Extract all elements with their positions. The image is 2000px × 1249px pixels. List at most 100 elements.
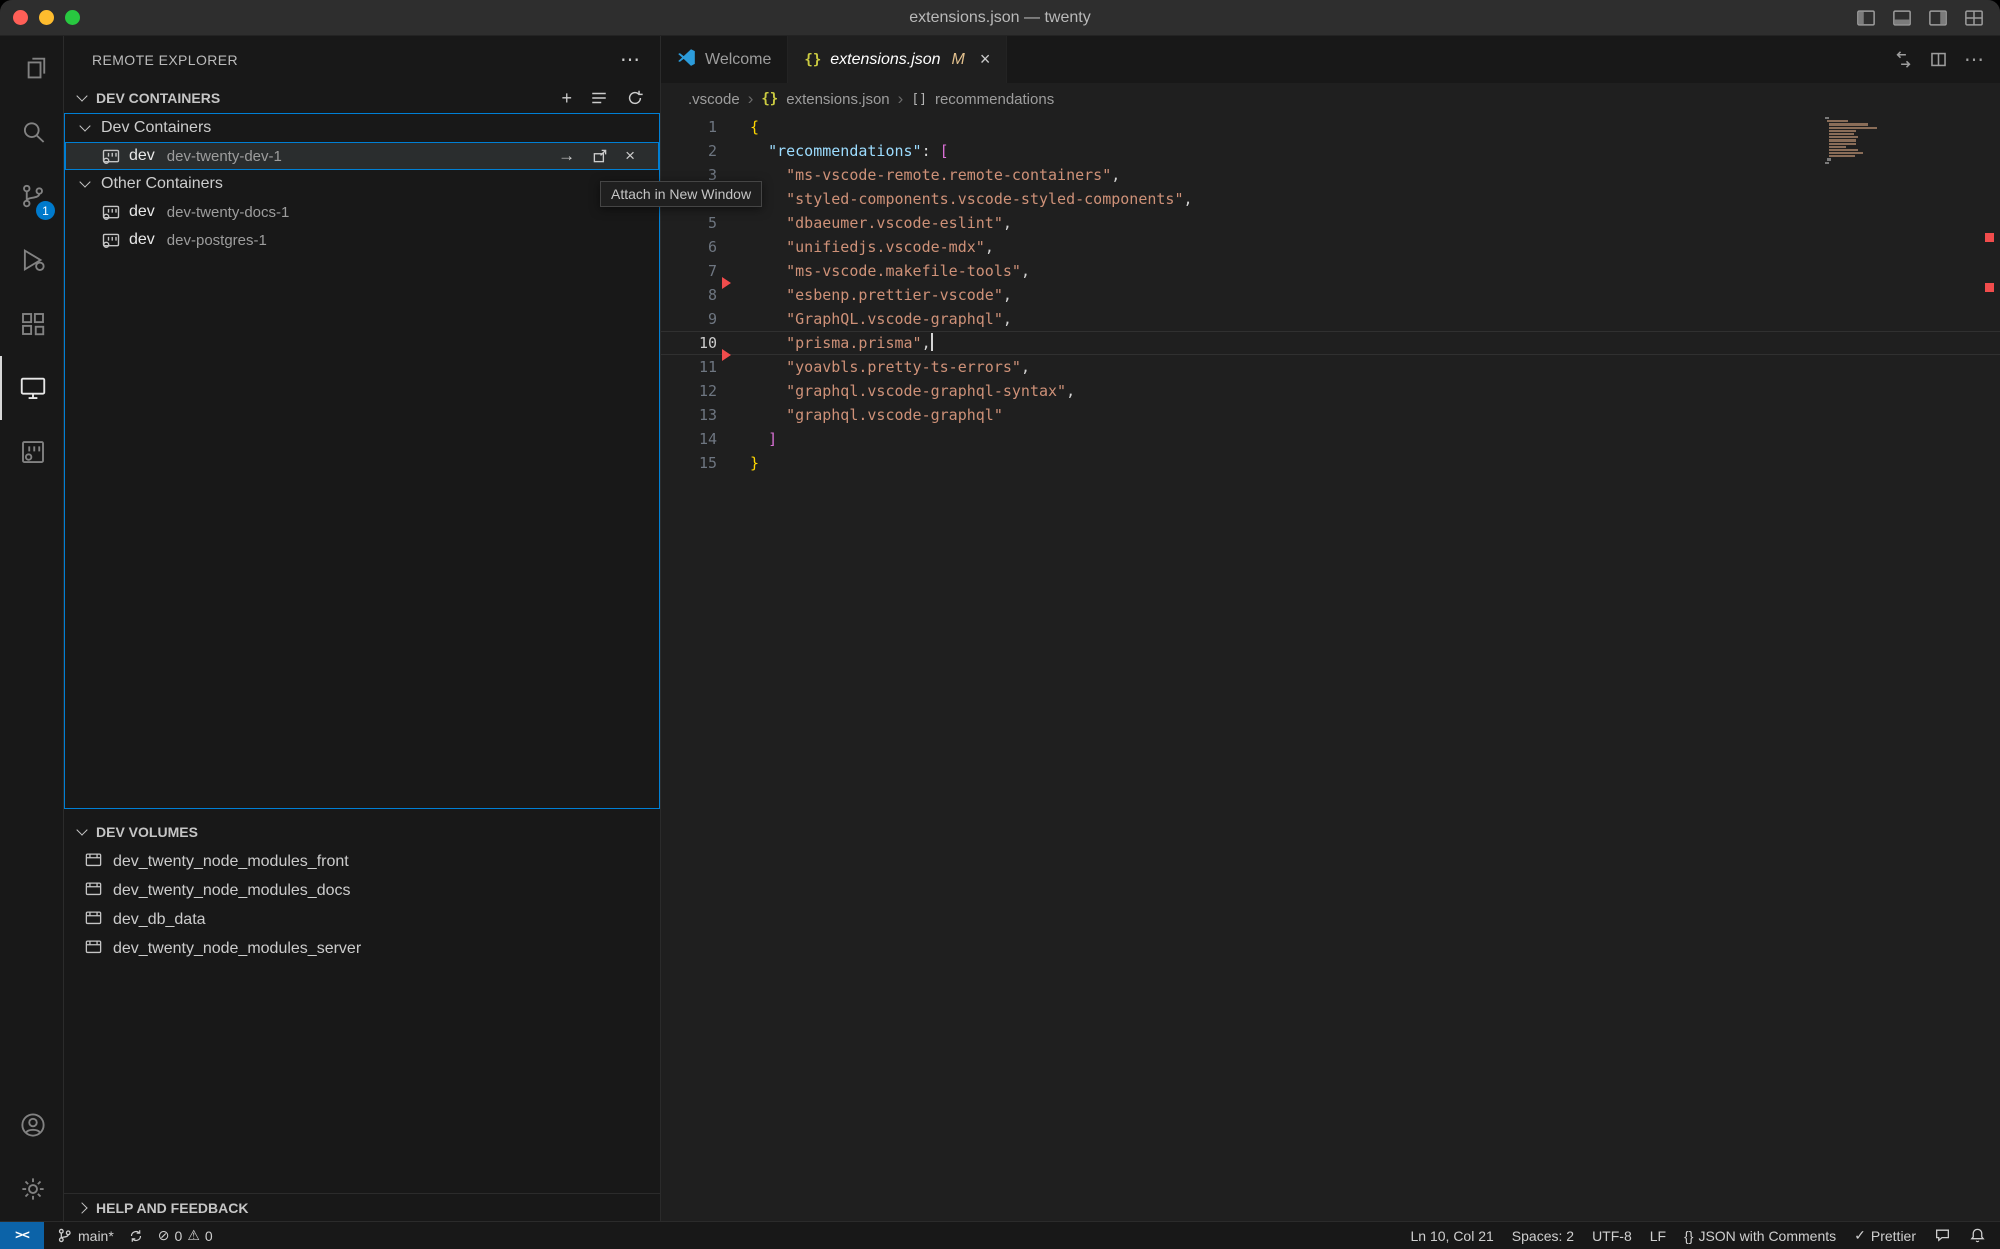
language-mode[interactable]: {} JSON with Comments bbox=[1684, 1228, 1836, 1244]
code-line[interactable]: 2 "recommendations": [ bbox=[661, 139, 2000, 163]
tree-item-dev-twenty-dev-1[interactable]: dev dev-twenty-dev-1 → × bbox=[65, 142, 659, 170]
tab-welcome[interactable]: Welcome bbox=[661, 36, 788, 83]
tree-group-other-containers[interactable]: Other Containers bbox=[65, 170, 659, 198]
section-dev-containers[interactable]: DEV CONTAINERS + bbox=[64, 83, 660, 113]
open-changes-icon[interactable] bbox=[1894, 50, 1913, 69]
code-line[interactable]: 5 "dbaeumer.vscode-eslint", bbox=[661, 211, 2000, 235]
more-actions-icon[interactable]: ⋯ bbox=[1964, 47, 1984, 72]
check-icon: ✓ bbox=[1854, 1227, 1866, 1244]
code-line[interactable]: 13 "graphql.vscode-graphql" bbox=[661, 403, 2000, 427]
activity-settings[interactable] bbox=[0, 1157, 63, 1221]
close-icon[interactable]: × bbox=[625, 146, 635, 166]
zoom-button[interactable] bbox=[65, 10, 80, 25]
activity-source-control[interactable]: 1 bbox=[0, 164, 63, 228]
tree-item-dev-postgres-1[interactable]: dev dev-postgres-1 bbox=[65, 226, 659, 254]
formatter-status[interactable]: ✓ Prettier bbox=[1854, 1227, 1916, 1244]
customize-layout-icon[interactable] bbox=[1964, 8, 1984, 28]
attach-new-window-icon[interactable] bbox=[591, 147, 609, 165]
problems-status[interactable]: ⊘ 0 ⚠ 0 bbox=[158, 1227, 213, 1244]
breadcrumb-symbol[interactable]: recommendations bbox=[935, 91, 1054, 108]
code-line-text: "graphql.vscode-graphql-syntax", bbox=[750, 379, 1075, 403]
minimize-button[interactable] bbox=[39, 10, 54, 25]
code-line[interactable]: 14 ] bbox=[661, 427, 2000, 451]
dev-volumes-header[interactable]: DEV VOLUMES bbox=[64, 817, 660, 847]
section-help-and-feedback[interactable]: HELP AND FEEDBACK bbox=[64, 1193, 660, 1221]
code-line[interactable]: 11 "yoavbls.pretty-ts-errors", bbox=[661, 355, 2000, 379]
minimap-line bbox=[1829, 123, 1868, 125]
code-lines: 1{2 "recommendations": [3 "ms-vscode-rem… bbox=[661, 115, 2000, 475]
attach-current-window-icon[interactable]: → bbox=[558, 146, 575, 166]
minimap-line bbox=[1825, 117, 1829, 119]
container-description: dev-postgres-1 bbox=[167, 232, 267, 249]
activity-containers[interactable] bbox=[0, 420, 63, 484]
split-editor-icon[interactable] bbox=[1929, 50, 1948, 69]
activity-bar: 1 bbox=[0, 36, 64, 1221]
minimap-line bbox=[1829, 127, 1876, 129]
code-line[interactable]: 12 "graphql.vscode-graphql-syntax", bbox=[661, 379, 2000, 403]
code-line[interactable]: 4 "styled-components.vscode-styled-compo… bbox=[661, 187, 2000, 211]
refresh-icon[interactable] bbox=[626, 89, 644, 107]
sidebar-header: REMOTE EXPLORER ⋯ bbox=[64, 36, 660, 83]
breadcrumb-file[interactable]: extensions.json bbox=[786, 91, 889, 108]
minimap[interactable] bbox=[1825, 117, 1897, 165]
minimap-line bbox=[1829, 149, 1857, 151]
code-line[interactable]: 15} bbox=[661, 451, 2000, 475]
indentation-status[interactable]: Spaces: 2 bbox=[1512, 1228, 1574, 1244]
code-line-text: "ms-vscode-remote.remote-containers", bbox=[750, 163, 1120, 187]
sidebar-remote-explorer: REMOTE EXPLORER ⋯ DEV CONTAINERS + Dev C… bbox=[64, 36, 661, 1221]
more-actions-icon[interactable]: ⋯ bbox=[620, 47, 640, 72]
code-editor[interactable]: 1{2 "recommendations": [3 "ms-vscode-rem… bbox=[661, 115, 2000, 1221]
tree-group-dev-containers[interactable]: Dev Containers bbox=[65, 114, 659, 142]
minimap-line bbox=[1829, 130, 1855, 132]
code-line[interactable]: 6 "unifiedjs.vscode-mdx", bbox=[661, 235, 2000, 259]
remote-explorer-icon bbox=[18, 373, 48, 403]
volume-item[interactable]: dev_twenty_node_modules_front bbox=[64, 847, 660, 876]
braces-icon: {} bbox=[1684, 1228, 1693, 1244]
volume-item[interactable]: dev_twenty_node_modules_docs bbox=[64, 876, 660, 905]
remote-indicator[interactable]: >< bbox=[0, 1222, 44, 1249]
eol-status[interactable]: LF bbox=[1650, 1228, 1666, 1244]
plus-icon[interactable]: + bbox=[561, 88, 572, 109]
feedback-icon[interactable] bbox=[1934, 1227, 1951, 1244]
toggle-secondary-sidebar-icon[interactable] bbox=[1928, 8, 1948, 28]
activity-search[interactable] bbox=[0, 100, 63, 164]
line-number: 11 bbox=[661, 355, 717, 379]
code-line-text: "dbaeumer.vscode-eslint", bbox=[750, 211, 1012, 235]
minimap-line bbox=[1827, 158, 1831, 160]
breadcrumb-separator: › bbox=[748, 89, 754, 109]
code-line[interactable]: 10 "prisma.prisma", bbox=[661, 331, 2000, 355]
toggle-panel-icon[interactable] bbox=[1892, 8, 1912, 28]
encoding-status[interactable]: UTF-8 bbox=[1592, 1228, 1632, 1244]
container-description: dev-twenty-docs-1 bbox=[167, 204, 290, 221]
code-line[interactable]: 7 "ms-vscode.makefile-tools", bbox=[661, 259, 2000, 283]
minimap-line bbox=[1829, 143, 1855, 145]
git-branch-status[interactable]: main* bbox=[56, 1227, 114, 1244]
code-line[interactable]: 1{ bbox=[661, 115, 2000, 139]
breadcrumb-folder[interactable]: .vscode bbox=[688, 91, 740, 108]
tab-extensions-json[interactable]: {} extensions.json M × bbox=[788, 36, 1007, 83]
code-line-text: "unifiedjs.vscode-mdx", bbox=[750, 235, 994, 259]
code-line[interactable]: 8 "esbenp.prettier-vscode", bbox=[661, 283, 2000, 307]
close-button[interactable] bbox=[13, 10, 28, 25]
activity-explorer[interactable] bbox=[0, 36, 63, 100]
tree-item-dev-twenty-docs-1[interactable]: dev dev-twenty-docs-1 bbox=[65, 198, 659, 226]
error-icon: ⊘ bbox=[158, 1227, 170, 1244]
code-line[interactable]: 3 "ms-vscode-remote.remote-containers", bbox=[661, 163, 2000, 187]
activity-accounts[interactable] bbox=[0, 1093, 63, 1157]
activity-run-debug[interactable] bbox=[0, 228, 63, 292]
minimap-line bbox=[1829, 152, 1863, 154]
line-number: 15 bbox=[661, 451, 717, 475]
git-deleted-gutter-marker bbox=[722, 277, 731, 289]
bell-icon[interactable] bbox=[1969, 1227, 1986, 1244]
code-line[interactable]: 9 "GraphQL.vscode-graphql", bbox=[661, 307, 2000, 331]
list-icon[interactable] bbox=[590, 89, 608, 107]
volume-item[interactable]: dev_twenty_node_modules_server bbox=[64, 934, 660, 963]
cursor-position[interactable]: Ln 10, Col 21 bbox=[1411, 1228, 1494, 1244]
sync-changes-button[interactable] bbox=[128, 1228, 144, 1244]
volume-item[interactable]: dev_db_data bbox=[64, 905, 660, 934]
close-icon[interactable]: × bbox=[980, 49, 991, 70]
container-name: dev bbox=[129, 147, 155, 165]
activity-remote-explorer[interactable] bbox=[0, 356, 63, 420]
activity-extensions[interactable] bbox=[0, 292, 63, 356]
toggle-sidebar-icon[interactable] bbox=[1856, 8, 1876, 28]
